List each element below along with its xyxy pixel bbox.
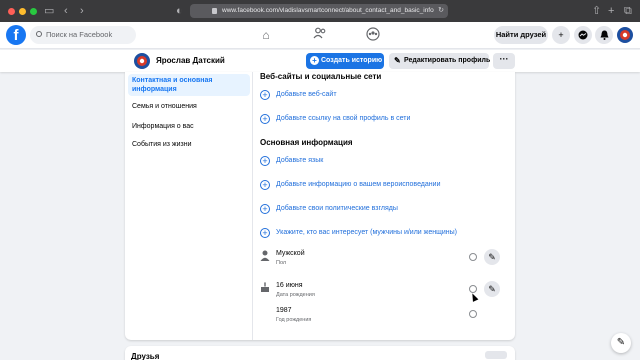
maximize-window-button[interactable] — [30, 8, 37, 15]
profile-name[interactable]: Ярослав Датский — [156, 56, 225, 65]
privacy-public-icon[interactable] — [469, 310, 477, 318]
plus-circle-icon: + — [260, 90, 270, 100]
gender-value: Мужской — [276, 250, 305, 257]
birthdate-value: 16 июня — [276, 282, 303, 289]
plus-circle-icon: + — [260, 180, 270, 190]
profile-avatar[interactable] — [133, 52, 151, 70]
add-website-link[interactable]: + Добавьте веб-сайт — [260, 89, 337, 101]
search-input[interactable]: Поиск на Facebook — [30, 26, 136, 44]
birthdate-label: Дата рождения — [276, 292, 315, 298]
close-window-button[interactable] — [8, 8, 15, 15]
forward-icon[interactable]: › — [80, 5, 84, 17]
create-story-button[interactable]: + Создать историю — [306, 53, 384, 69]
add-social-link[interactable]: + Добавьте ссылку на свой профиль в сети — [260, 113, 410, 125]
birthyear-value: 1987 — [276, 307, 292, 314]
search-icon — [36, 31, 42, 37]
add-language-label: Добавьте язык — [276, 157, 324, 164]
reload-icon[interactable]: ↻ — [438, 4, 444, 18]
new-message-button[interactable]: ✎ — [611, 333, 631, 353]
url-text: www.facebook.com/vladislavsmartconnect/a… — [222, 7, 434, 14]
add-interested-in-label: Укажите, кто вас интересует (мужчины и/и… — [276, 229, 457, 236]
notifications-icon[interactable] — [595, 26, 613, 44]
groups-icon[interactable] — [365, 27, 381, 43]
search-placeholder: Поиск на Facebook — [46, 30, 113, 39]
privacy-shield-icon[interactable]: ◐ — [176, 5, 183, 17]
add-religion-link[interactable]: + Добавьте информацию о вашем вероиспове… — [260, 179, 440, 191]
more-options-button[interactable]: ··· — [493, 53, 515, 69]
new-tab-icon[interactable]: + — [608, 5, 614, 17]
add-language-link[interactable]: + Добавьте язык — [260, 155, 323, 167]
back-icon[interactable]: ‹ — [64, 5, 68, 17]
plus-circle-icon: + — [260, 114, 270, 124]
plus-circle-icon: + — [260, 228, 270, 238]
lock-icon — [212, 8, 217, 14]
basic-info-section-title: Основная информация — [260, 138, 353, 147]
add-interested-in-link[interactable]: + Укажите, кто вас интересует (мужчины и… — [260, 227, 457, 239]
birthday-cake-icon — [260, 282, 270, 292]
home-icon[interactable]: ⌂ — [258, 27, 274, 43]
create-story-label: Создать историю — [321, 57, 383, 64]
messenger-icon[interactable] — [574, 26, 592, 44]
plus-circle-icon: + — [260, 156, 270, 166]
facebook-logo[interactable]: f — [6, 25, 26, 45]
create-menu-icon[interactable]: + — [552, 26, 570, 44]
person-icon — [260, 250, 270, 261]
browser-toolbar: ▭ ‹ › ◐ www.facebook.com/vladislavsmartc… — [0, 0, 640, 22]
friends-card-button[interactable] — [485, 351, 507, 359]
minimize-window-button[interactable] — [19, 8, 26, 15]
share-icon[interactable]: ⇧ — [592, 5, 601, 17]
add-website-label: Добавьте веб-сайт — [276, 91, 337, 98]
edit-gender-button[interactable]: ✎ — [484, 249, 500, 265]
plus-icon: + — [310, 56, 319, 65]
friends-card-title: Друзья — [131, 352, 160, 360]
tab-overview-icon[interactable]: ⧉ — [624, 5, 632, 17]
edit-birthdate-button[interactable]: ✎ — [484, 281, 500, 297]
facebook-navbar: f Поиск на Facebook ⌂ Найти друзей + — [0, 22, 640, 49]
gender-label: Пол — [276, 260, 287, 266]
pencil-icon: ✎ — [394, 56, 401, 65]
edit-profile-label: Редактировать профиль — [404, 57, 491, 64]
sidebar-item-contact-basic-info[interactable]: Контактная и основная информация — [128, 74, 250, 96]
sidebar-item-details-about-you[interactable]: Информация о вас — [128, 122, 250, 131]
friends-icon[interactable] — [312, 27, 328, 43]
find-friends-button[interactable]: Найти друзей — [494, 26, 548, 44]
account-avatar[interactable] — [616, 26, 634, 44]
about-sidebar: Контактная и основная информация Семья и… — [125, 72, 253, 340]
plus-circle-icon: + — [260, 204, 270, 214]
address-bar[interactable]: www.facebook.com/vladislavsmartconnect/a… — [190, 4, 448, 18]
add-religion-label: Добавьте информацию о вашем вероисповеда… — [276, 181, 441, 188]
sidebar-toggle-icon[interactable]: ▭ — [44, 5, 54, 17]
birthyear-label: Год рождения — [276, 317, 312, 323]
sidebar-item-family-relationships[interactable]: Семья и отношения — [128, 102, 250, 111]
about-card: Контактная и основная информация Семья и… — [125, 72, 515, 340]
add-social-link-label: Добавьте ссылку на свой профиль в сети — [276, 115, 411, 122]
edit-profile-button[interactable]: ✎ Редактировать профиль — [389, 53, 491, 69]
friends-card: Друзья — [125, 346, 515, 360]
privacy-public-icon[interactable] — [469, 253, 477, 261]
add-politics-link[interactable]: + Добавьте свои политические взгляды — [260, 203, 398, 215]
profile-header-bar: Ярослав Датский + Создать историю ✎ Реда… — [0, 50, 640, 72]
sidebar-item-life-events[interactable]: События из жизни — [128, 140, 250, 149]
add-politics-label: Добавьте свои политические взгляды — [276, 205, 398, 212]
websites-section-title: Веб-сайты и социальные сети — [260, 72, 382, 81]
